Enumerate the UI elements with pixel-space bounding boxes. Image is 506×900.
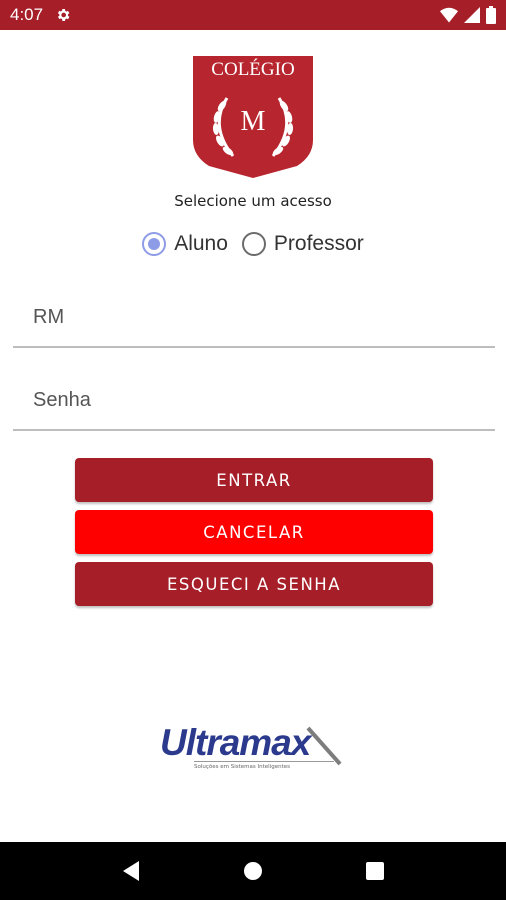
recents-icon[interactable] bbox=[355, 851, 395, 891]
radio-aluno-label[interactable]: Aluno bbox=[174, 232, 228, 256]
signal-icon bbox=[464, 7, 480, 23]
radio-aluno[interactable]: Aluno bbox=[142, 232, 228, 256]
wifi-icon bbox=[440, 7, 458, 23]
school-logo: COLÉGIO M bbox=[189, 54, 317, 180]
battery-icon bbox=[486, 6, 496, 24]
status-time: 4:07 bbox=[10, 5, 44, 24]
cancel-button[interactable]: CANCELAR bbox=[75, 510, 433, 554]
password-input[interactable] bbox=[13, 371, 495, 429]
navigation-bar bbox=[0, 842, 506, 900]
access-radio-group: Aluno Professor bbox=[0, 232, 506, 256]
status-bar: 4:07 bbox=[0, 0, 506, 30]
enter-button[interactable]: ENTRAR bbox=[75, 458, 433, 502]
logo-letter: M bbox=[241, 106, 266, 137]
access-title: Selecione um acesso bbox=[174, 192, 332, 210]
radio-professor[interactable]: Professor bbox=[241, 232, 364, 256]
radio-professor-label[interactable]: Professor bbox=[274, 232, 364, 256]
forgot-password-button[interactable]: ESQUECI A SENHA bbox=[75, 562, 433, 606]
rm-input[interactable] bbox=[13, 288, 495, 346]
brand-tagline: Soluções em Sistemas Inteligentes bbox=[194, 764, 290, 770]
radio-professor-indicator[interactable] bbox=[241, 232, 266, 256]
radio-aluno-indicator[interactable] bbox=[142, 232, 167, 256]
back-icon[interactable] bbox=[111, 851, 151, 891]
ultramax-logo: Ultramax Soluções em Sistemas Inteligent… bbox=[160, 722, 350, 774]
rm-field-container bbox=[13, 288, 495, 348]
home-icon[interactable] bbox=[233, 851, 273, 891]
password-field-container bbox=[13, 371, 495, 431]
brand-name: Ultramax bbox=[160, 722, 311, 763]
brand-divider bbox=[194, 761, 334, 762]
logo-top-text: COLÉGIO bbox=[211, 58, 294, 80]
settings-icon bbox=[55, 7, 71, 23]
